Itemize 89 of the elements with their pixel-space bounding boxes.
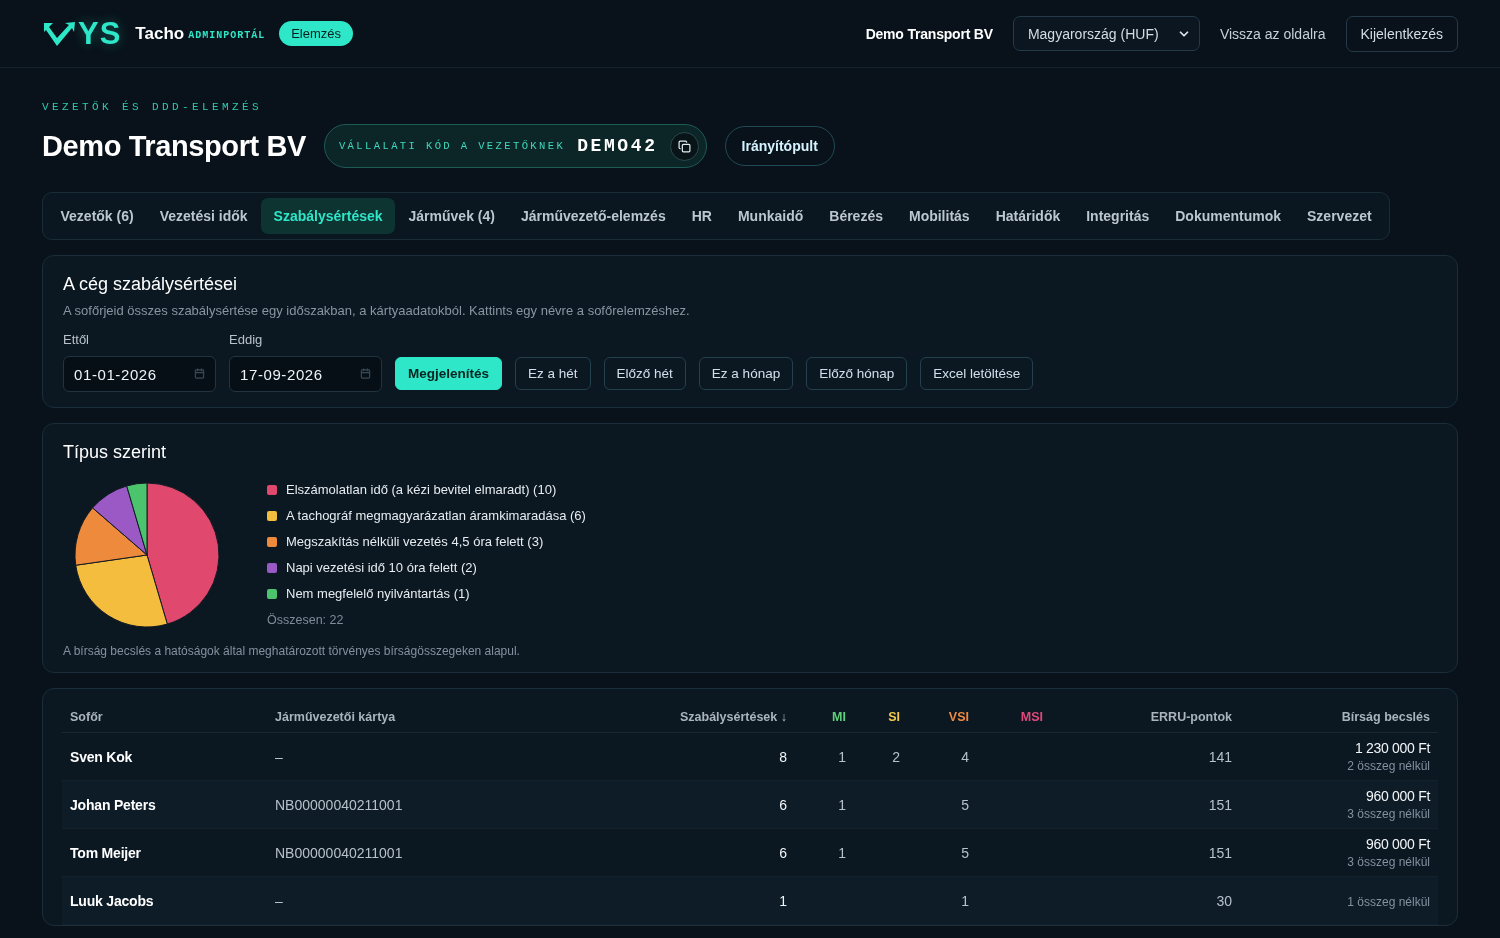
tab[interactable]: Integritás — [1073, 198, 1162, 234]
field-label: Ettől — [63, 332, 90, 348]
app-name: Tacho — [135, 23, 185, 44]
tab[interactable]: Járművezető-elemzés — [508, 198, 679, 234]
tab[interactable]: Határidők — [983, 198, 1073, 234]
legend-label: Nem megfelelő nyilvántartás (1) — [286, 585, 470, 603]
column-header: Bírság becslés — [1341, 709, 1430, 724]
card-number: NB00000040211001 — [275, 844, 403, 861]
driver-link[interactable]: Johan Peters — [70, 796, 156, 813]
table-cell: 6 — [779, 796, 787, 813]
legend-label: Napi vezetési idő 10 óra felett (2) — [286, 559, 477, 577]
total-count: Összesen: 22 — [267, 612, 345, 629]
column-header: Szabálysértések ↓ — [680, 709, 787, 724]
fine-amount: 1 230 000 Ft — [1355, 740, 1430, 756]
legend-label: A tachográf megmagyarázatlan áramkimaradása (6) — [286, 507, 586, 525]
tab[interactable]: Vezetési idők — [147, 198, 261, 234]
company-code-label: VÁLLALATI KÓD A VEZETŐKNEK — [338, 140, 566, 152]
legend-label: Elszámolatlan idő (a kézi bevitel elmaradt) (10) — [286, 481, 557, 499]
fine-amount-note: 1 összeg nélkül — [1347, 895, 1430, 909]
back-link[interactable]: Vissza az oldalra — [1219, 25, 1326, 42]
table-cell: 5 — [961, 796, 969, 813]
table-cell: 30 — [1216, 892, 1232, 909]
card-description: A sofőrjeid összes szabálysértése egy időszakban, a kártyaadatokból. Kattints egy névre a sofőrelemzéshez. — [63, 302, 691, 320]
fine-amount: 960 000 Ft — [1366, 836, 1430, 852]
card-number: – — [275, 892, 283, 909]
legend-label: Megszakítás nélküli vezetés 4,5 óra felett (3) — [286, 533, 544, 551]
card-number: – — [275, 748, 283, 765]
currency-select[interactable]: Magyarország (HUF) — [1012, 16, 1200, 51]
column-header: VSI — [948, 709, 969, 724]
date-input[interactable]: 01-01-2026 — [63, 356, 216, 392]
copy-icon — [677, 139, 691, 153]
column-header: MSI — [1020, 709, 1043, 724]
column-header: MI — [832, 709, 846, 724]
fine-note: A bírság becslés a hatóságok által meghatározott törvényes bírságösszegeken alapul. — [63, 643, 521, 659]
date-input[interactable]: 17-09-2026 — [229, 356, 382, 392]
logo-text: YS — [78, 18, 122, 49]
table-cell: 151 — [1208, 796, 1232, 813]
field-label: Eddig — [229, 332, 264, 348]
show-button[interactable]: Megjelenítés — [395, 357, 503, 390]
period-button[interactable]: Ez a hét — [515, 357, 591, 390]
table-cell: 4 — [961, 748, 969, 765]
table-cell: 8 — [779, 748, 787, 765]
table-cell: 1 — [838, 844, 846, 861]
card-title: Típus szerint — [63, 441, 168, 463]
period-button[interactable]: Előző hét — [603, 357, 686, 390]
tab[interactable]: Munkaidő — [725, 198, 816, 234]
copy-button[interactable] — [669, 131, 699, 161]
card-number: NB00000040211001 — [275, 796, 403, 813]
fine-amount-note: 2 összeg nélkül — [1347, 759, 1430, 773]
table-cell: 141 — [1208, 748, 1232, 765]
tab[interactable]: Szabálysértések — [261, 198, 396, 234]
company-name: Demo Transport BV — [865, 25, 993, 42]
tab[interactable]: Járművek (4) — [396, 198, 508, 234]
table-cell: 1 — [961, 892, 969, 909]
table-cell: 5 — [961, 844, 969, 861]
period-button[interactable]: Ez a hónap — [698, 357, 794, 390]
tab[interactable]: Szervezet — [1294, 198, 1385, 234]
period-button[interactable]: Előző hónap — [806, 357, 908, 390]
logout-button[interactable]: Kijelentkezés — [1345, 15, 1458, 52]
driver-link[interactable]: Sven Kok — [70, 748, 133, 765]
tab[interactable]: Mobilitás — [896, 198, 983, 234]
tab[interactable]: Dokumentumok — [1162, 198, 1294, 234]
tab[interactable]: Vezetők (6) — [48, 198, 147, 234]
page-title: Demo Transport BV — [42, 129, 306, 163]
tab[interactable]: Bérezés — [816, 198, 896, 234]
column-header: SI — [888, 709, 900, 724]
app-tag: ADMINPORTÁL — [188, 30, 266, 41]
table-cell: 1 — [838, 748, 846, 765]
tab[interactable]: HR — [679, 198, 725, 234]
card-title: A cég szabálysértései — [63, 273, 239, 295]
column-header: Sofőr — [70, 709, 103, 724]
table-cell: 151 — [1208, 844, 1232, 861]
driver-link[interactable]: Luuk Jacobs — [70, 892, 154, 909]
calendar-icon — [360, 368, 371, 379]
driver-link[interactable]: Tom Meijer — [70, 844, 141, 861]
period-button[interactable]: Excel letöltése — [920, 357, 1034, 390]
company-code: DEMO42 — [577, 136, 658, 156]
section-eyebrow: VEZETŐK ÉS DDD-ELEMZÉS — [42, 101, 264, 114]
column-header: ERRU-pontok — [1150, 709, 1232, 724]
column-header: Járművezetői kártya — [275, 709, 396, 724]
table-cell: 6 — [779, 844, 787, 861]
fine-amount-note: 3 összeg nélkül — [1347, 807, 1430, 821]
fine-amount-note: 3 összeg nélkül — [1347, 855, 1430, 869]
section-badge: Elemzés — [279, 21, 354, 46]
table-cell: 1 — [779, 892, 787, 909]
table-cell: 1 — [838, 796, 846, 813]
fine-amount: 960 000 Ft — [1366, 788, 1430, 804]
calendar-icon — [194, 368, 205, 379]
table-cell: 2 — [892, 748, 900, 765]
